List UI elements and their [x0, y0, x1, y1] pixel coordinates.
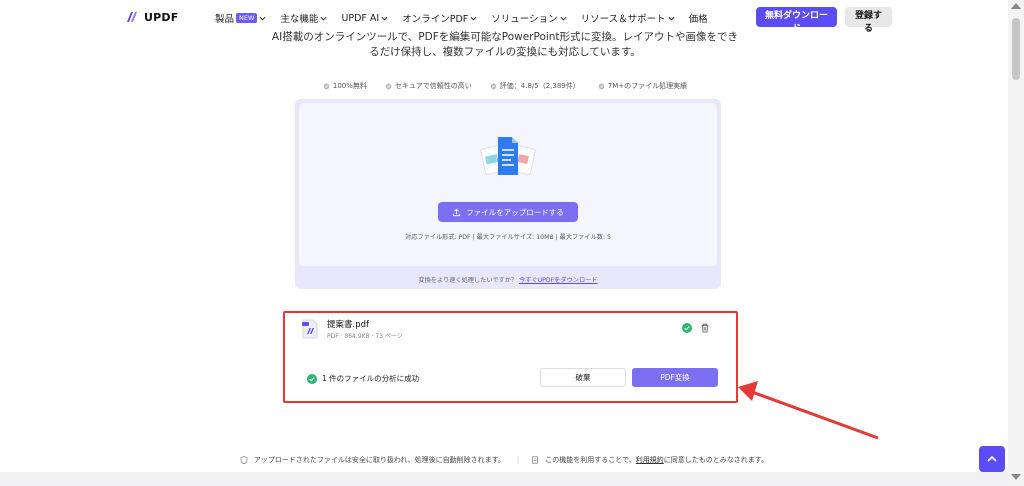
upload-file-button[interactable]: ファイルをアップロードする [438, 202, 578, 222]
nav-solutions-label: ソリューション [491, 14, 558, 25]
upload-constraints: 対応ファイル形式: PDF | 最大ファイルサイズ: 10MB | 最大ファイル… [405, 234, 611, 241]
shield-icon [240, 456, 248, 464]
terms-link[interactable]: 利用規約 [636, 456, 664, 464]
nav-pricing-label: 価格 [688, 14, 708, 25]
trash-icon[interactable] [700, 323, 710, 333]
description-line-2: るだけ保持し、複数ファイルの変換にも対応しています。 [369, 46, 641, 58]
scrollbar-thumb[interactable] [1012, 18, 1020, 80]
main-nav: 製品 NEW 主な機能 UPDF AI オンラインPDF ソリューション リソー… [215, 11, 722, 26]
analysis-status: 1 件のファイルの分析に成功 [307, 373, 419, 384]
upload-button-label: ファイルをアップロードする [466, 207, 564, 217]
feature-label: 評価：4.8/5（2,389件） [499, 82, 580, 90]
shield-check-icon [385, 82, 392, 90]
free-download-button[interactable]: 無料ダウンロード [756, 7, 837, 34]
success-check-icon [682, 323, 692, 333]
footer-terms-note: この機能を利用することで、利用規約に同意したものとみなされます。 [545, 455, 768, 465]
chevron-down-icon [560, 16, 567, 21]
updf-logo-icon [127, 12, 137, 22]
nav-resources-label: リソース＆サポート [580, 14, 666, 25]
analysis-status-text: 1 件のファイルの分析に成功 [322, 374, 420, 383]
chevron-up-icon [987, 455, 997, 462]
feature-item: セキュアで信頼性の高い [385, 81, 472, 91]
updf-logo[interactable]: UPDF [125, 10, 178, 24]
chevron-down-icon [470, 16, 477, 21]
shield-check-icon [598, 82, 604, 90]
page-description: AI搭載のオンラインツールで、PDFを編集可能なPowerPoint形式に変換。… [260, 30, 750, 60]
chevron-down-icon [259, 16, 266, 21]
nav-pricing[interactable]: 価格 [689, 11, 708, 25]
feature-label: 100%無料 [332, 82, 367, 90]
scroll-down-arrow-icon[interactable] [1011, 474, 1021, 480]
feature-label: セキュアで信頼性の高い [394, 82, 472, 90]
feature-list: 100%無料 セキュアで信頼性の高い 評価：4.8/5（2,389件） 7M+の… [260, 81, 750, 91]
upload-icon [453, 208, 461, 216]
login-button[interactable]: 登録する [845, 7, 892, 34]
footer-security-note: アップロードされたファイルは安全に取り扱われ、処理後に自動削除されます。 [253, 456, 505, 464]
feature-item: 100%無料 [323, 81, 367, 91]
logo-text: UPDF [144, 10, 179, 24]
back-to-top-button[interactable] [979, 446, 1005, 472]
footer-terms-pre: この機能を利用することで、 [545, 456, 636, 464]
upload-hint: 変換をより速く処理したいですか？ 今すぐUPDFをダウンロード [299, 275, 717, 284]
nav-features-label: 主な機能 [280, 14, 319, 25]
download-updf-link[interactable]: 今すぐUPDFをダウンロード [519, 277, 597, 284]
nav-solutions[interactable]: ソリューション [491, 11, 567, 25]
document-icon [532, 456, 539, 464]
nav-online-pdf-label: オンラインPDF [402, 14, 469, 25]
chevron-down-icon [320, 16, 327, 21]
chevron-down-icon [381, 16, 388, 21]
pdf-convert-button[interactable]: PDF変換 [632, 368, 718, 387]
feature-label: 7M+のファイル処理実績 [607, 82, 688, 90]
footer-divider: | [516, 456, 520, 464]
file-meta: PDF · 864.9KB · 73 ページ [327, 333, 403, 340]
shield-check-icon [490, 82, 496, 90]
feature-item: 評価：4.8/5（2,389件） [490, 81, 580, 91]
top-header: UPDF 製品 NEW 主な機能 UPDF AI オンラインPDF ソリューショ… [0, 0, 1008, 34]
success-check-icon [307, 373, 317, 384]
nav-products[interactable]: 製品 NEW [215, 11, 266, 25]
nav-online-pdf[interactable]: オンラインPDF [402, 11, 477, 25]
description-line-1: AI搭載のオンラインツールで、PDFを編集可能なPowerPoint形式に変換。… [271, 31, 739, 43]
discard-button[interactable]: 破棄 [540, 368, 626, 387]
upload-dropzone[interactable] [299, 103, 717, 266]
footer-notes: アップロードされたファイルは安全に取り扱われ、処理後に自動削除されます。 | こ… [0, 455, 1008, 465]
feature-item: 7M+のファイル処理実績 [598, 81, 687, 91]
footer-terms-post: に同意したものとみなされます。 [663, 456, 769, 464]
new-badge: NEW [236, 13, 258, 23]
nav-features[interactable]: 主な機能 [280, 11, 327, 25]
scroll-up-arrow-icon[interactable] [1011, 3, 1021, 9]
upload-hint-text: 変換をより速く処理したいですか？ [418, 277, 518, 284]
nav-resources[interactable]: リソース＆サポート [581, 11, 675, 25]
nav-products-label: 製品 [215, 14, 235, 25]
chevron-down-icon [668, 16, 675, 21]
pdf-file-icon [302, 319, 318, 339]
documents-illustration-icon [480, 137, 536, 175]
file-name: 提案書.pdf [327, 320, 369, 330]
nav-updf-ai-label: UPDF AI [341, 12, 380, 24]
shield-check-icon [323, 82, 329, 90]
nav-updf-ai[interactable]: UPDF AI [341, 11, 388, 25]
bottom-strip [0, 472, 1008, 486]
